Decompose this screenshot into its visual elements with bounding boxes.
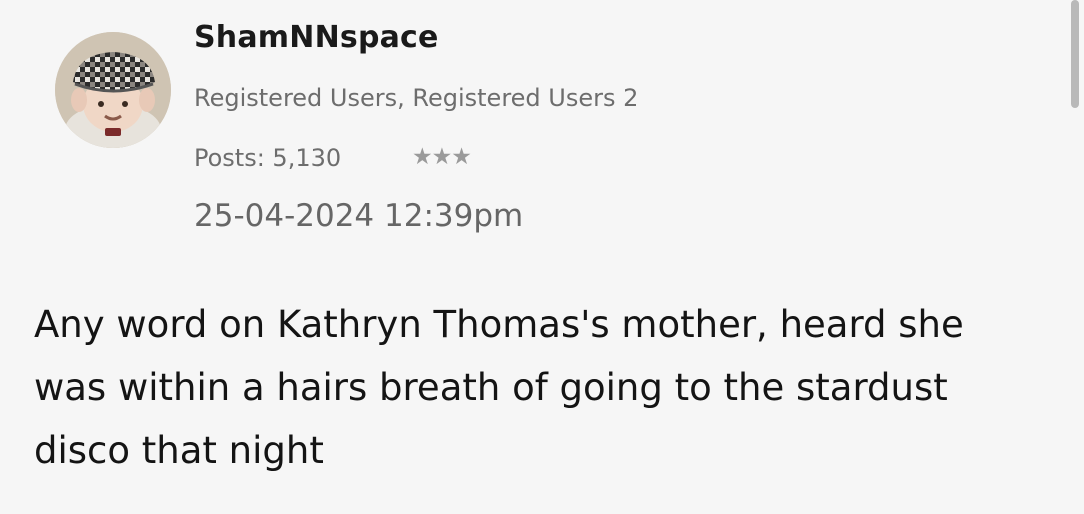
username-link[interactable]: ShamNNspace	[194, 20, 439, 55]
avatar-image	[55, 32, 171, 148]
post-count: Posts: 5,130	[194, 144, 342, 172]
user-avatar-icon[interactable]	[55, 32, 171, 148]
rank-stars-icon: ★★★	[412, 144, 472, 170]
forum-post: ShamNNspace Registered Users, Registered…	[0, 0, 1084, 514]
scrollbar-thumb[interactable]	[1071, 0, 1079, 108]
post-timestamp[interactable]: 25-04-2024 12:39pm	[194, 198, 523, 234]
user-roles: Registered Users, Registered Users 2	[194, 84, 639, 112]
post-body: Any word on Kathryn Thomas's mother, hea…	[34, 303, 964, 472]
